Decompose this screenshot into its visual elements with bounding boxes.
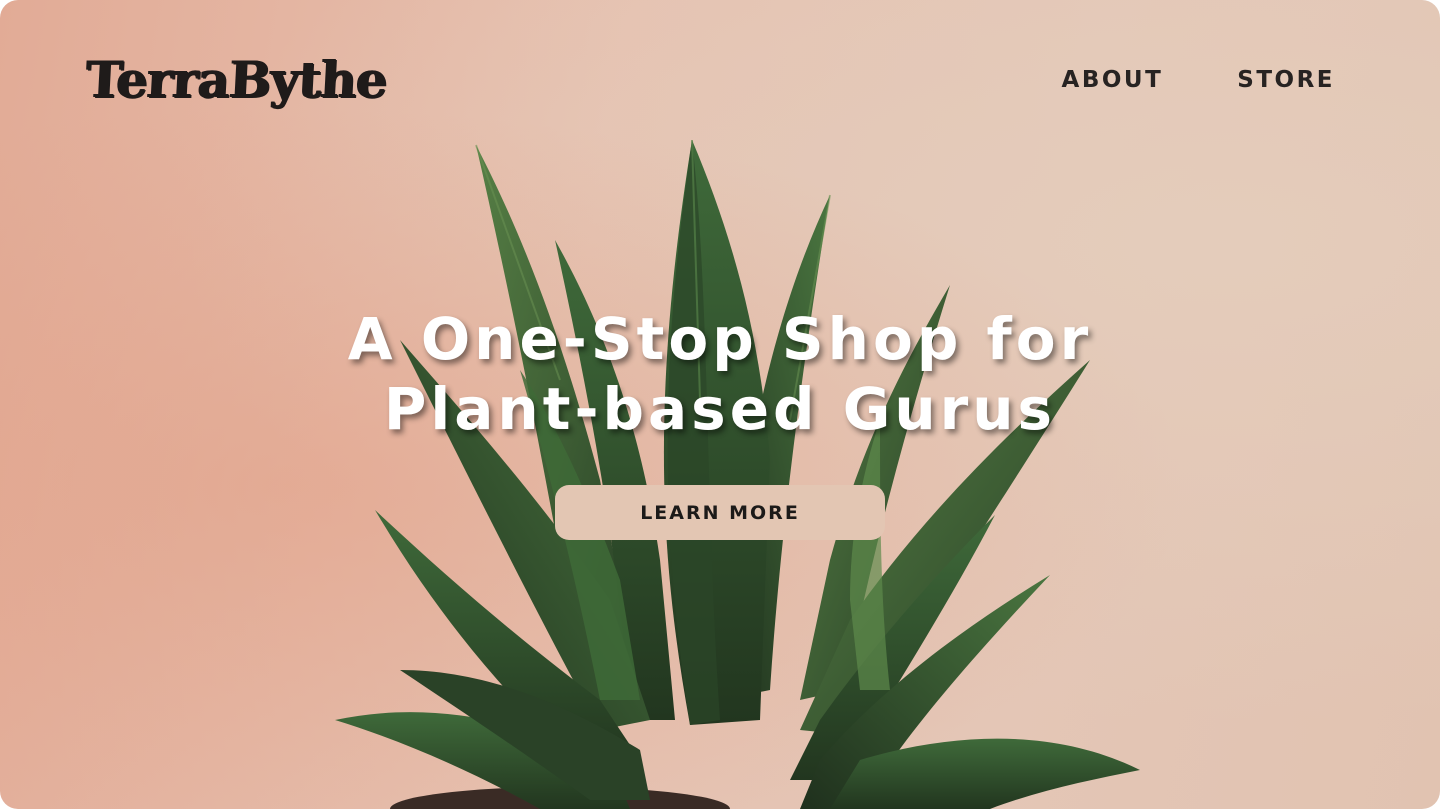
hero-title: A One-Stop Shop for Plant-based Gurus bbox=[0, 304, 1440, 444]
nav-about-link[interactable]: ABOUT bbox=[1062, 64, 1164, 96]
hero-title-line-1: A One-Stop Shop for bbox=[347, 305, 1093, 373]
landing-page: TerraBythe ABOUT STORE A One-Stop Shop f… bbox=[0, 0, 1440, 809]
brand-logo[interactable]: TerraBythe bbox=[84, 50, 388, 110]
learn-more-button[interactable]: LEARN MORE bbox=[555, 485, 885, 540]
nav-store-link[interactable]: STORE bbox=[1237, 64, 1335, 96]
main-navigation: ABOUT STORE bbox=[1062, 64, 1335, 96]
hero-title-line-2: Plant-based Gurus bbox=[383, 375, 1057, 443]
